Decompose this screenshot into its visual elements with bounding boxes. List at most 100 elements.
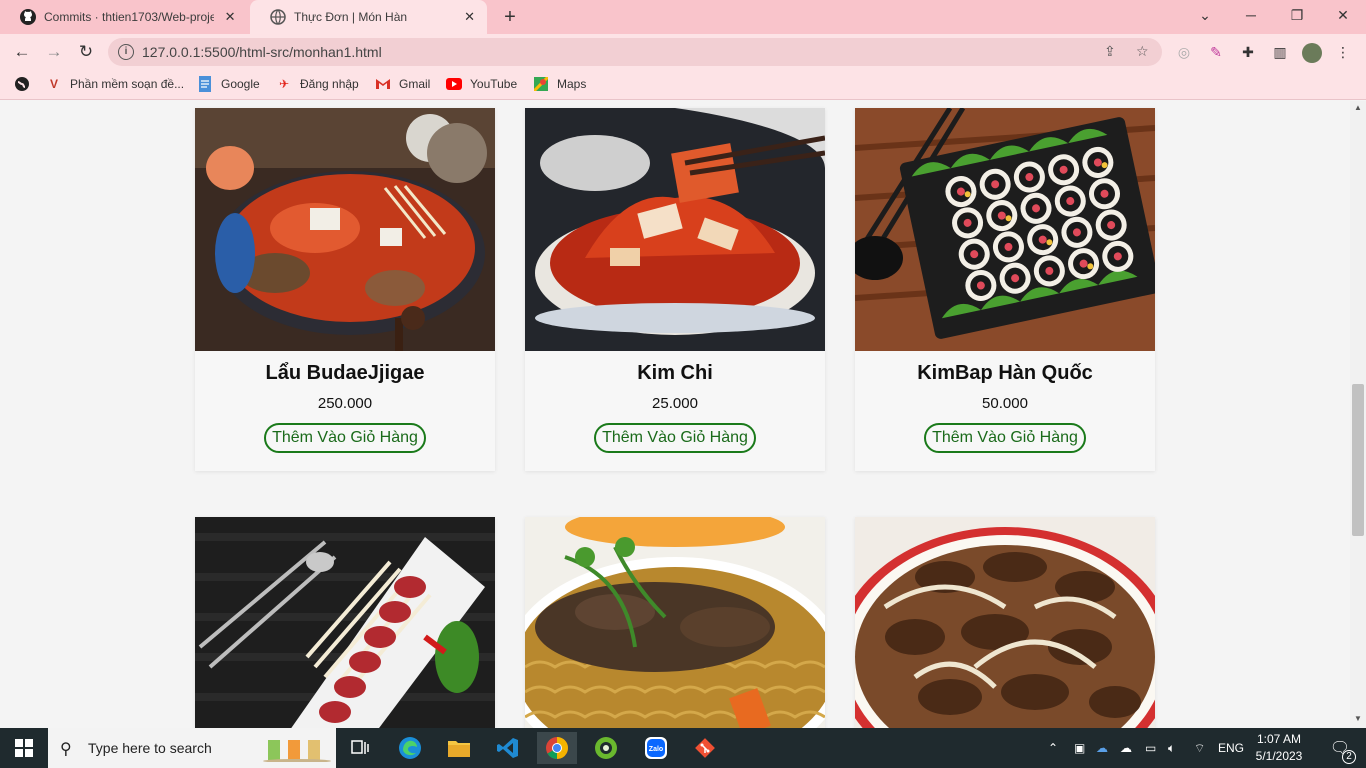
dish-name: KimBap Hàn Quốc xyxy=(917,362,1093,384)
menu-card xyxy=(525,517,825,728)
extensions-puzzle-icon[interactable]: ✚ xyxy=(1239,43,1257,61)
login-icon: ✈ xyxy=(278,77,290,91)
menu-kebab-icon[interactable]: ⋮ xyxy=(1334,43,1352,61)
bookmark-item[interactable]: V Phần mềm soạn đề... xyxy=(46,76,184,92)
google-doc-icon xyxy=(197,76,213,92)
taskbar-clock[interactable]: 1:07 AM 5/1/2023 xyxy=(1248,731,1310,765)
scroll-up-icon[interactable]: ▲ xyxy=(1350,101,1366,115)
menu-card xyxy=(195,517,495,728)
bookmark-item[interactable]: Maps xyxy=(533,76,586,92)
dish-price: 50.000 xyxy=(982,395,1028,412)
dish-price: 25.000 xyxy=(652,395,698,412)
tab-strip: Commits · thtien1703/Web-proje ✕ Thực Đơ… xyxy=(0,0,1366,34)
windows-taskbar: ⚲ Type here to search Zalo ⌃ ▣ ☁ ☁ ▭ 🔈︎ … xyxy=(0,728,1366,768)
scroll-down-icon[interactable]: ▼ xyxy=(1350,712,1366,726)
add-to-cart-button[interactable]: Thêm Vào Giỏ Hàng xyxy=(924,423,1086,453)
back-icon[interactable]: ← xyxy=(10,40,34,64)
windows-start-icon[interactable] xyxy=(0,728,48,768)
wifi-icon[interactable]: ⌔ xyxy=(1194,728,1205,768)
bookmark-label: Phần mềm soạn đề... xyxy=(70,77,185,91)
gmail-icon xyxy=(375,76,391,92)
dish-image-beef-enoki xyxy=(195,517,495,728)
side-panel-icon[interactable]: ▥ xyxy=(1271,43,1289,61)
close-window-button[interactable]: ✕ xyxy=(1320,0,1366,30)
site-info-icon[interactable]: i xyxy=(118,44,134,60)
onedrive-icon[interactable]: ☁ xyxy=(1096,728,1108,768)
tab-title: Commits · thtien1703/Web-proje xyxy=(44,10,215,24)
zalo-icon[interactable]: Zalo xyxy=(636,732,676,764)
menu-card: KimBap Hàn Quốc 50.000 Thêm Vào Giỏ Hàng xyxy=(855,108,1155,471)
compass-extension-icon[interactable]: ◎ xyxy=(1175,43,1193,61)
tab-search-icon[interactable]: ⌄ xyxy=(1182,0,1228,30)
chrome-icon[interactable] xyxy=(537,732,577,764)
pen-extension-icon[interactable]: ✎ xyxy=(1207,43,1225,61)
battery-icon[interactable]: ▭ xyxy=(1145,728,1156,768)
tab-github-commits[interactable]: Commits · thtien1703/Web-proje ✕ xyxy=(0,0,248,34)
task-view-icon[interactable] xyxy=(340,732,380,764)
svg-text:Zalo: Zalo xyxy=(649,746,663,753)
globe-icon xyxy=(270,9,286,25)
bookmark-item[interactable]: Gmail xyxy=(375,76,430,92)
tray-device-icon[interactable]: ▣ xyxy=(1074,728,1085,768)
browser-toolbar: ← → ↻ i 127.0.0.1:5500/html-src/monhan1.… xyxy=(0,34,1366,70)
bookmarks-bar: V Phần mềm soạn đề... Google ✈ Đăng nhập… xyxy=(0,70,1366,100)
tray-chevron-icon[interactable]: ⌃ xyxy=(1048,728,1058,768)
taskbar-search-box[interactable]: ⚲ Type here to search xyxy=(48,728,336,768)
dish-image-beef-onion xyxy=(855,517,1155,728)
restore-button[interactable]: ❐ xyxy=(1274,0,1320,30)
git-icon[interactable] xyxy=(685,732,725,764)
minimize-button[interactable]: ─ xyxy=(1228,0,1274,30)
volume-icon[interactable]: 🔈︎ xyxy=(1168,728,1175,768)
add-to-cart-button[interactable]: Thêm Vào Giỏ Hàng xyxy=(594,423,756,453)
v-icon: V xyxy=(49,77,58,91)
edge-icon[interactable] xyxy=(390,732,430,764)
star-icon[interactable]: ☆ xyxy=(1136,43,1149,60)
bookmark-item[interactable]: Google xyxy=(197,76,260,92)
bookmark-label: Maps xyxy=(557,77,587,91)
notifications-icon[interactable]: 🗨︎ 2 xyxy=(1322,728,1358,768)
page-viewport: Lẩu BudaeJjigae 250.000 Thêm Vào Giỏ Hàn… xyxy=(0,101,1350,728)
close-tab-icon[interactable]: ✕ xyxy=(222,9,238,25)
bookmark-label: Đăng nhập xyxy=(300,77,359,91)
globe-icon xyxy=(14,76,30,92)
language-indicator[interactable]: ENG xyxy=(1218,728,1244,768)
scrollbar-thumb[interactable] xyxy=(1352,384,1364,536)
add-to-cart-button[interactable]: Thêm Vào Giỏ Hàng xyxy=(264,423,426,453)
reload-icon[interactable]: ↻ xyxy=(74,40,98,64)
clock-time: 1:07 AM xyxy=(1256,732,1302,746)
bookmark-label: YouTube xyxy=(470,77,518,91)
url-text[interactable]: 127.0.0.1:5500/html-src/monhan1.html xyxy=(142,44,382,60)
search-placeholder: Type here to search xyxy=(88,740,212,756)
dish-price: 250.000 xyxy=(317,395,373,412)
github-icon xyxy=(20,9,36,25)
dish-name: Kim Chi xyxy=(637,362,713,384)
dish-image-budae-jjigae xyxy=(195,108,495,351)
youtube-icon xyxy=(446,76,462,92)
drinks-illustration-icon xyxy=(262,734,332,767)
dish-image-kimbap xyxy=(855,108,1155,351)
menu-card: Lẩu BudaeJjigae 250.000 Thêm Vào Giỏ Hàn… xyxy=(195,108,495,471)
file-explorer-icon[interactable] xyxy=(439,732,479,764)
dish-name: Lẩu BudaeJjigae xyxy=(265,362,425,384)
bookmark-label: Gmail xyxy=(399,77,431,91)
bookmark-item[interactable]: ✈ Đăng nhập xyxy=(276,76,359,92)
menu-card xyxy=(855,517,1155,728)
vscode-icon[interactable] xyxy=(488,732,528,764)
coccoc-icon[interactable] xyxy=(586,732,626,764)
address-bar[interactable]: i 127.0.0.1:5500/html-src/monhan1.html ⇪… xyxy=(108,38,1162,66)
forward-icon[interactable]: → xyxy=(42,40,66,64)
clock-date: 5/1/2023 xyxy=(1255,749,1303,763)
share-icon[interactable]: ⇪ xyxy=(1104,43,1116,60)
notification-badge: 2 xyxy=(1342,750,1356,764)
search-icon: ⚲ xyxy=(60,741,72,758)
bookmark-label: Google xyxy=(221,77,260,91)
close-tab-icon[interactable]: ✕ xyxy=(462,9,477,25)
network-cloud-icon[interactable]: ☁ xyxy=(1120,728,1132,768)
profile-avatar[interactable] xyxy=(1302,43,1322,63)
tab-thuc-don[interactable]: Thực Đơn | Món Hàn ✕ xyxy=(250,0,487,34)
bookmark-item[interactable]: YouTube xyxy=(446,76,517,92)
new-tab-button[interactable]: + xyxy=(498,5,522,29)
bookmark-globe[interactable] xyxy=(14,76,38,92)
menu-card: Kim Chi 25.000 Thêm Vào Giỏ Hàng xyxy=(525,108,825,471)
page-scrollbar[interactable]: ▲ ▼ xyxy=(1350,101,1366,728)
